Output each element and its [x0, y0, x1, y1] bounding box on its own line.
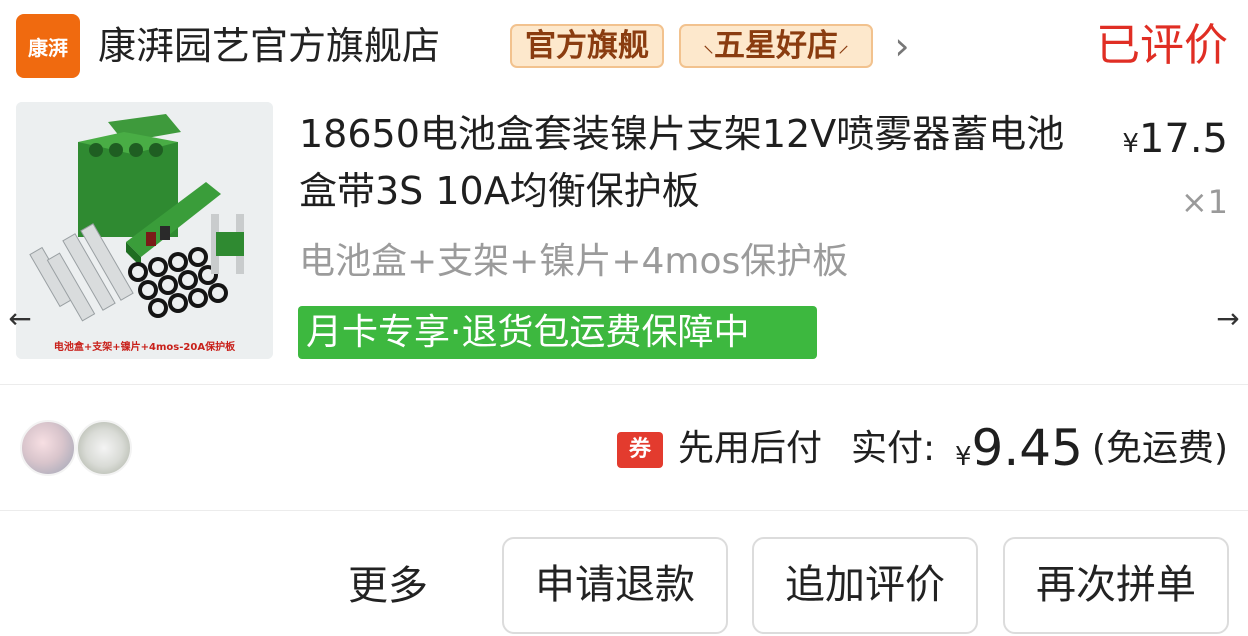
- five-star-store-badge: ⸜ 五星好店 ⸝: [679, 24, 873, 68]
- more-button[interactable]: 更多: [348, 558, 428, 614]
- coupon-icon: 券: [617, 432, 663, 468]
- store-name[interactable]: 康湃园艺官方旗舰店: [98, 20, 440, 72]
- paid-amount-value: 9.45: [971, 419, 1083, 477]
- paid-amount: ¥9.45: [955, 418, 1083, 478]
- currency-symbol: ¥: [1122, 129, 1139, 159]
- product-image-caption: 电池盒+支架+镍片+4mos-20A保护板: [53, 342, 236, 353]
- product-image[interactable]: 电池盒+支架+镍片+4mos-20A保护板: [16, 102, 273, 359]
- request-refund-button[interactable]: 申请退款: [502, 537, 728, 634]
- reorder-button[interactable]: 再次拼单: [1003, 537, 1229, 634]
- divider: [0, 510, 1248, 511]
- order-status: 已评价: [1096, 20, 1228, 71]
- paid-label: 实付:: [851, 428, 936, 469]
- pay-later-label: 先用后付: [678, 428, 823, 469]
- official-flagship-badge: 官方旗舰: [510, 24, 664, 68]
- arrow-right-icon[interactable]: →: [1210, 299, 1246, 339]
- store-logo[interactable]: 康湃: [16, 14, 80, 78]
- free-shipping-note: (免运费): [1091, 428, 1228, 469]
- add-review-button[interactable]: 追加评价: [752, 537, 978, 634]
- product-price: ¥17.5: [1122, 114, 1228, 169]
- divider: [0, 384, 1248, 385]
- currency-symbol: ¥: [955, 442, 972, 472]
- product-price-value: 17.5: [1138, 116, 1228, 162]
- product-spec: 电池盒+支架+镍片+4mos保护板: [299, 241, 849, 282]
- avatar[interactable]: [76, 420, 132, 476]
- promo-tag[interactable]: 月卡专享·退货包运费保障中: [298, 306, 817, 359]
- chevron-right-icon[interactable]: ›: [884, 26, 920, 66]
- product-quantity: ×1: [1180, 183, 1228, 221]
- five-star-store-label: 五星好店: [714, 28, 838, 64]
- product-photo: [16, 102, 273, 359]
- avatar[interactable]: [20, 420, 76, 476]
- laurel-left-icon: ⸜: [702, 33, 714, 58]
- arrow-left-icon[interactable]: ←: [2, 299, 38, 339]
- product-title[interactable]: 18650电池盒套装镍片支架12V喷雾器蓄电池盒带3S 10A均衡保护板: [299, 106, 1089, 220]
- laurel-right-icon: ⸝: [838, 33, 850, 58]
- order-card: 康湃 康湃园艺官方旗舰店 官方旗舰 ⸜ 五星好店 ⸝ › 已评价 电池盒+支架+…: [0, 0, 1248, 636]
